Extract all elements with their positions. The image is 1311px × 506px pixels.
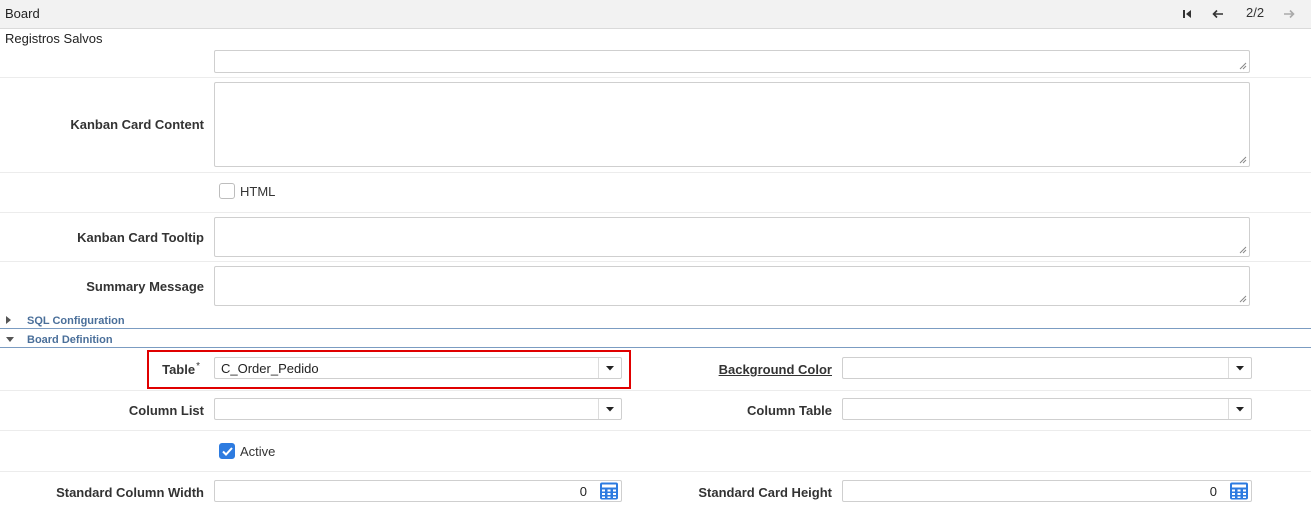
dropdown-arrow-icon <box>1236 406 1244 411</box>
summary-message-label: Summary Message <box>86 279 204 294</box>
column-list-dropdown-button[interactable] <box>598 399 621 419</box>
divider <box>0 390 1311 391</box>
table-combobox[interactable]: C_Order_Pedido <box>214 357 622 379</box>
summary-message-field[interactable] <box>214 266 1250 306</box>
section-title-board: Board Definition <box>27 334 113 346</box>
status-message: Registros Salvos <box>5 31 103 46</box>
checkmark-icon <box>221 446 233 456</box>
resize-grip-icon <box>1239 62 1247 70</box>
kanban-card-tooltip-field[interactable] <box>214 217 1250 257</box>
divider <box>0 212 1311 213</box>
standard-card-height-label: Standard Card Height <box>698 485 832 500</box>
previous-record-icon <box>1212 9 1223 19</box>
active-checkbox[interactable] <box>219 443 235 459</box>
divider <box>0 261 1311 262</box>
table-value: C_Order_Pedido <box>221 361 319 376</box>
kanban-card-content-field[interactable] <box>214 82 1250 167</box>
dropdown-arrow-icon <box>606 365 614 370</box>
section-title-sql: SQL Configuration <box>27 315 125 327</box>
divider <box>0 172 1311 173</box>
divider <box>0 430 1311 431</box>
previous-record-button[interactable] <box>1209 5 1227 23</box>
next-record-icon <box>1284 9 1295 19</box>
first-record-icon <box>1183 10 1191 18</box>
window-title: Board <box>5 6 40 21</box>
table-dropdown-button[interactable] <box>598 358 621 378</box>
collapsed-arrow-icon <box>6 316 11 324</box>
section-divider <box>0 328 1311 329</box>
required-marker: * <box>196 361 200 372</box>
table-label: Table* <box>162 361 200 377</box>
column-list-combobox[interactable] <box>214 398 622 420</box>
html-checkbox-label: HTML <box>240 184 276 199</box>
column-table-combobox[interactable] <box>842 398 1252 420</box>
standard-card-height-field[interactable]: 0 <box>842 480 1252 502</box>
dropdown-arrow-icon <box>1236 365 1244 370</box>
calculator-icon[interactable] <box>599 482 619 500</box>
active-checkbox-label: Active <box>240 444 276 459</box>
expanded-arrow-icon <box>6 337 14 342</box>
column-table-label: Column Table <box>747 403 832 418</box>
html-checkbox[interactable] <box>219 183 235 199</box>
resize-grip-icon <box>1239 295 1247 303</box>
next-record-button[interactable] <box>1280 5 1298 23</box>
standard-column-width-value: 0 <box>579 484 587 499</box>
previous-textarea[interactable] <box>214 50 1250 73</box>
calculator-icon[interactable] <box>1229 482 1249 500</box>
window-titlebar: Board 2/2 <box>0 0 1311 29</box>
column-list-label: Column List <box>128 403 204 418</box>
standard-column-width-label: Standard Column Width <box>56 485 204 500</box>
first-record-button[interactable] <box>1178 5 1196 23</box>
section-divider <box>0 347 1311 348</box>
standard-column-width-field[interactable]: 0 <box>214 480 622 502</box>
dropdown-arrow-icon <box>606 406 614 411</box>
column-table-dropdown-button[interactable] <box>1228 399 1251 419</box>
divider <box>0 471 1311 472</box>
record-pager: 2/2 <box>1246 5 1265 20</box>
resize-grip-icon <box>1239 246 1247 254</box>
resize-grip-icon <box>1239 156 1247 164</box>
kanban-card-tooltip-label: Kanban Card Tooltip <box>77 230 204 245</box>
kanban-card-content-label: Kanban Card Content <box>70 117 204 132</box>
background-color-dropdown-button[interactable] <box>1228 358 1251 378</box>
standard-card-height-value: 0 <box>1209 484 1217 499</box>
background-color-combobox[interactable] <box>842 357 1252 379</box>
background-color-label[interactable]: Background Color <box>719 362 832 377</box>
divider <box>0 77 1311 78</box>
